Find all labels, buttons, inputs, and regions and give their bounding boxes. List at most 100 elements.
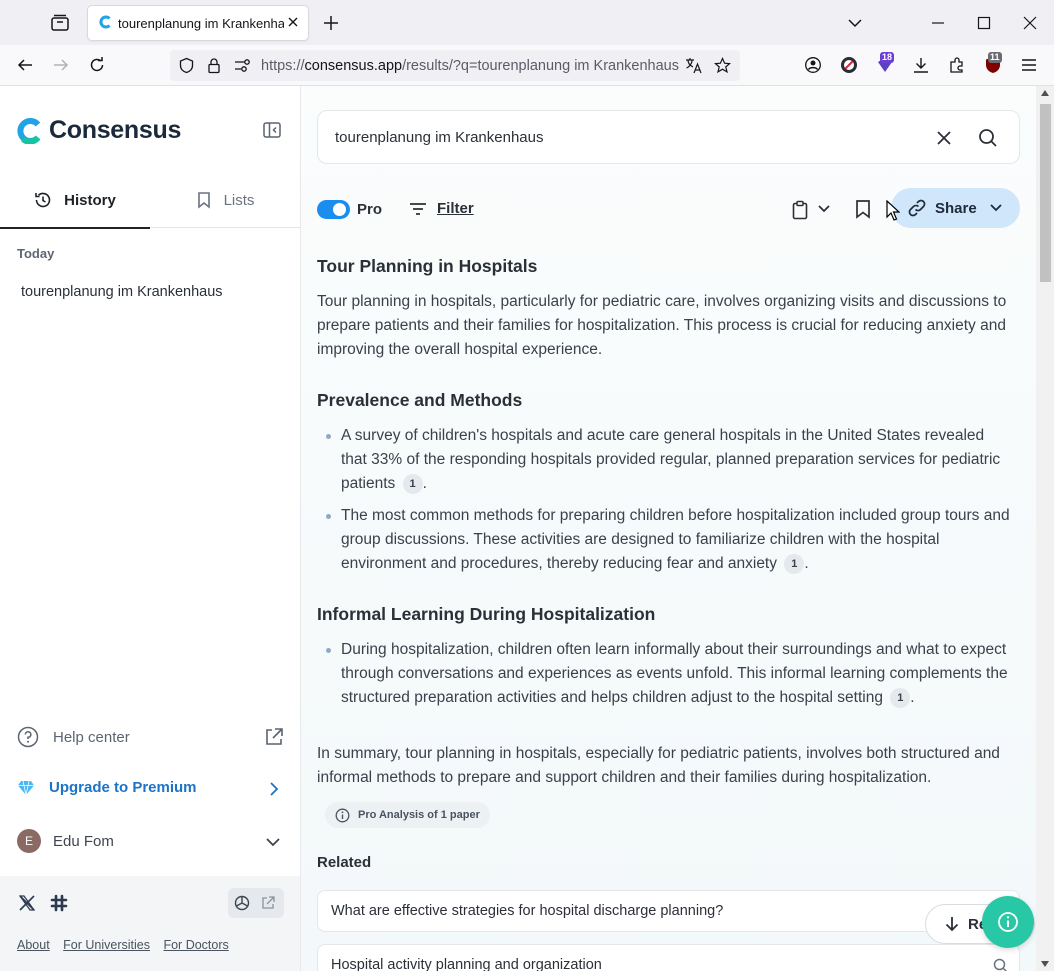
account-icon[interactable]	[804, 56, 822, 74]
scrollbar[interactable]	[1036, 86, 1054, 971]
search-box[interactable]: tourenplanung im Krankenhaus	[317, 110, 1020, 164]
reload-icon[interactable]	[88, 56, 106, 74]
download-icon[interactable]	[912, 56, 930, 74]
summary-paragraph: In summary, tour planning in hospitals, …	[317, 745, 1000, 786]
for-doctors-link[interactable]: For Doctors	[163, 938, 228, 952]
related-query[interactable]: What are effective strategies for hospit…	[317, 890, 1020, 932]
browser-tab-bar: tourenplanung im Krankenhaus	[0, 0, 1054, 45]
maximize-icon[interactable]	[976, 15, 992, 31]
info-fab-button[interactable]	[982, 896, 1034, 948]
filter-icon	[410, 202, 426, 215]
back-arrow-icon[interactable]	[16, 56, 34, 74]
section-paragraph: Tour planning in hospitals, particularly…	[317, 293, 1007, 358]
sidebar-footer: About For Universities For Doctors	[0, 876, 300, 971]
tab-title: tourenplanung im Krankenhaus	[118, 16, 284, 31]
save-bookmark-icon[interactable]	[854, 199, 872, 219]
lock-icon[interactable]	[206, 57, 222, 74]
section-heading: Prevalence and Methods	[317, 390, 523, 410]
tab-history-label: History	[64, 191, 116, 209]
x-twitter-icon[interactable]	[18, 894, 36, 912]
citation-badge[interactable]: 1	[890, 688, 911, 708]
about-link[interactable]: About	[17, 938, 50, 952]
external-link-icon	[262, 896, 275, 909]
scroll-thumb[interactable]	[1040, 104, 1051, 282]
tab-lists[interactable]: Lists	[150, 172, 300, 228]
info-icon	[998, 912, 1018, 932]
sidebar-tabs: History Lists	[0, 172, 300, 229]
star-icon[interactable]	[714, 57, 731, 74]
upgrade-premium-link[interactable]: Upgrade to Premium	[17, 779, 197, 796]
external-link-icon[interactable]	[264, 727, 284, 747]
citation-badge[interactable]: 1	[784, 554, 805, 574]
shield-icon[interactable]	[178, 57, 195, 74]
history-item[interactable]: tourenplanung im Krankenhaus	[21, 284, 223, 300]
pro-toggle[interactable]	[317, 200, 350, 219]
tab-overview-icon[interactable]	[49, 12, 71, 34]
chevron-down-icon	[818, 205, 830, 213]
permissions-icon[interactable]	[234, 58, 251, 73]
collapse-sidebar-icon[interactable]	[262, 120, 282, 140]
pro-analysis-badge[interactable]: Pro Analysis of 1 paper	[325, 802, 490, 828]
filter-label: Filter	[437, 200, 474, 217]
window-close-icon[interactable]	[1022, 15, 1038, 31]
bullet-text: The most common methods for preparing ch…	[341, 507, 1010, 572]
help-center-link[interactable]: Help center	[17, 726, 130, 748]
slack-icon[interactable]	[50, 894, 68, 912]
chevron-down-icon[interactable]	[846, 15, 864, 31]
url-text: https://consensus.app/results/?q=tourenp…	[261, 58, 679, 74]
bullet-item: During hospitalization, children often l…	[326, 638, 1013, 710]
consensus-logo[interactable]: Consensus	[17, 116, 181, 145]
new-tab-icon[interactable]	[322, 14, 340, 32]
share-button[interactable]: Share	[891, 188, 1020, 228]
ad-blocker-extension-icon[interactable]	[840, 56, 858, 74]
browser-tab[interactable]: tourenplanung im Krankenhaus	[88, 6, 308, 40]
chevron-right-icon[interactable]	[266, 781, 282, 797]
consensus-logo-icon	[17, 117, 41, 144]
related-query-text: Hospital activity planning and organizat…	[331, 957, 602, 971]
menu-hamburger-icon[interactable]	[1020, 56, 1038, 74]
arrow-down-icon	[945, 917, 959, 932]
copy-dropdown-button[interactable]	[791, 199, 835, 221]
link-icon	[908, 199, 926, 217]
history-icon	[35, 192, 51, 208]
url-bar[interactable]: https://consensus.app/results/?q=tourenp…	[170, 50, 740, 81]
tab-history[interactable]: History	[0, 172, 150, 229]
search-input[interactable]: tourenplanung im Krankenhaus	[335, 129, 543, 146]
openai-gpt-button[interactable]	[228, 888, 284, 918]
openai-icon	[234, 895, 250, 911]
user-menu[interactable]: E Edu Fom	[17, 829, 114, 853]
minimize-icon[interactable]	[930, 15, 946, 31]
scroll-down-icon[interactable]	[1041, 961, 1049, 967]
close-tab-icon[interactable]	[286, 15, 300, 29]
filter-button[interactable]: Filter	[409, 200, 474, 217]
pro-analysis-label: Pro Analysis of 1 paper	[358, 809, 480, 821]
section-heading: Informal Learning During Hospitalization	[317, 604, 656, 624]
bullet-item: A survey of children's hospitals and acu…	[326, 424, 1013, 496]
chevron-down-icon[interactable]	[265, 834, 281, 850]
logo-text: Consensus	[49, 116, 182, 144]
help-center-label: Help center	[53, 728, 130, 746]
scroll-up-icon[interactable]	[1041, 90, 1049, 96]
bookmark-icon	[197, 192, 210, 209]
for-universities-link[interactable]: For Universities	[63, 938, 150, 952]
ublock-badge: 11	[988, 52, 1002, 63]
help-circle-icon	[17, 726, 39, 748]
bullet-item: The most common methods for preparing ch…	[326, 504, 1013, 576]
share-label: Share	[935, 199, 977, 217]
section-heading: Tour Planning in Hospitals	[317, 256, 538, 276]
related-query[interactable]: Hospital activity planning and organizat…	[317, 944, 1020, 971]
search-icon[interactable]	[978, 128, 998, 148]
diamond-icon	[18, 780, 34, 795]
extensions-puzzle-icon[interactable]	[948, 56, 966, 74]
pro-label: Pro	[357, 201, 383, 218]
translate-icon[interactable]	[685, 57, 703, 74]
clear-search-icon[interactable]	[935, 129, 953, 147]
forward-arrow-icon[interactable]	[52, 56, 70, 74]
main-content: tourenplanung im Krankenhaus Pro Filter …	[301, 86, 1036, 971]
chevron-down-icon	[990, 204, 1002, 212]
user-name: Edu Fom	[53, 832, 114, 850]
history-section-heading: Today	[17, 246, 55, 261]
tab-lists-label: Lists	[223, 191, 255, 209]
footer-links: About For Universities For Doctors	[17, 938, 239, 952]
citation-badge[interactable]: 1	[402, 474, 423, 494]
